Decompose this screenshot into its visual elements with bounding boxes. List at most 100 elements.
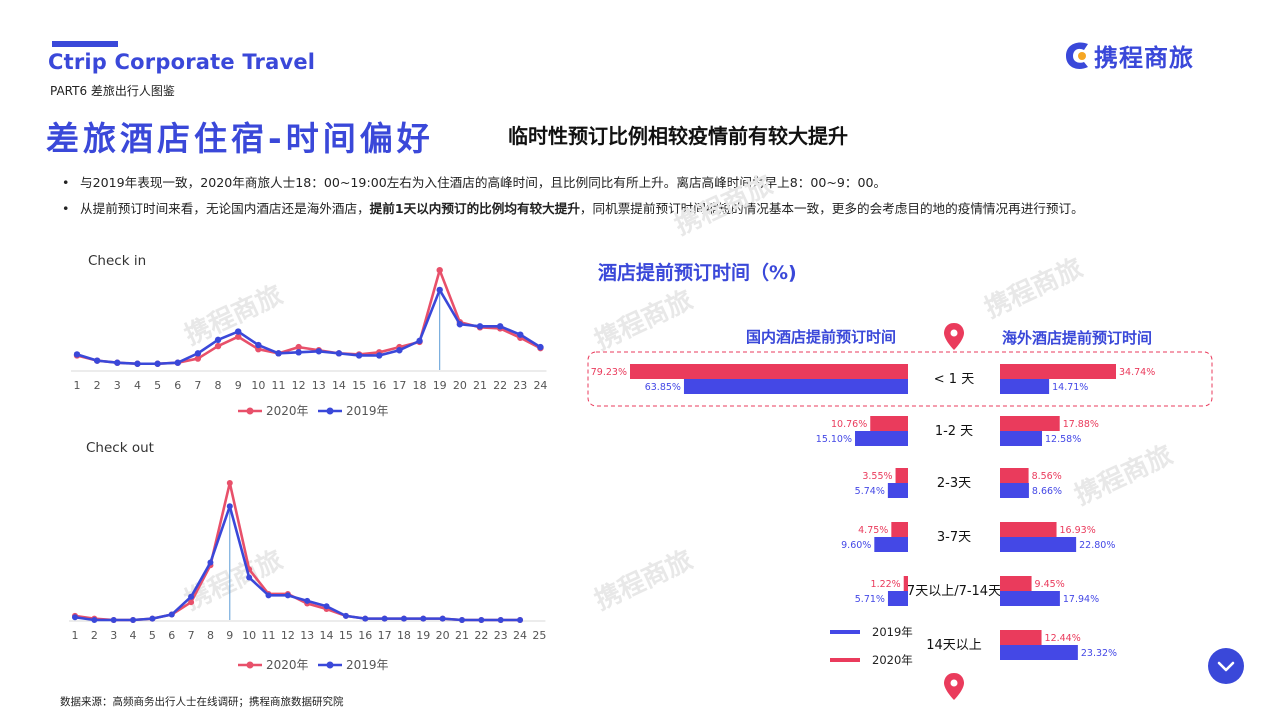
domestic-label-2020: 1.22%	[871, 579, 901, 590]
overseas-label-2020: 12.44%	[1045, 633, 1081, 644]
x-tick-label: 19	[416, 629, 430, 642]
x-tick-label: 9	[226, 629, 233, 642]
legend-label: 2020年	[266, 404, 309, 418]
x-tick-label: 16	[372, 379, 386, 392]
scroll-down-button[interactable]	[1208, 648, 1244, 684]
data-point	[420, 615, 427, 622]
x-tick-label: 3	[114, 379, 121, 392]
data-point	[110, 617, 117, 623]
map-pin-hole	[950, 679, 958, 687]
overseas-bar-2019	[1000, 483, 1029, 498]
x-tick-label: 21	[455, 629, 469, 642]
domestic-bar-2019	[683, 379, 908, 394]
x-tick-label: 13	[300, 629, 314, 642]
x-tick-label: 14	[332, 379, 346, 392]
overseas-label-2019: 12.58%	[1045, 434, 1081, 445]
overseas-bar-2019	[1000, 591, 1060, 606]
data-point	[478, 617, 485, 623]
data-point	[439, 615, 446, 622]
x-tick-label: 24	[533, 379, 547, 392]
x-tick-label: 17	[392, 379, 406, 392]
data-point	[255, 341, 262, 349]
domestic-label-2019: 5.74%	[855, 486, 885, 497]
data-point	[207, 559, 214, 566]
overseas-bar-2020	[1000, 576, 1032, 591]
data-point	[456, 321, 464, 328]
data-point	[436, 286, 443, 294]
legend-marker	[246, 407, 254, 415]
domestic-bar-2019	[887, 483, 908, 498]
line-chart-title: Check in	[88, 253, 146, 269]
x-tick-label: 15	[339, 629, 353, 642]
overseas-bar-2019	[1000, 431, 1043, 446]
data-point	[323, 603, 330, 610]
data-point	[335, 350, 343, 357]
overseas-bar-2019	[1000, 645, 1078, 660]
overseas-bar-2019	[1000, 537, 1077, 552]
x-tick-label: 9	[235, 379, 242, 392]
data-point	[72, 614, 78, 621]
domestic-bar-2019	[887, 591, 908, 606]
data-point	[130, 617, 137, 623]
chevron-down-icon	[1217, 661, 1235, 672]
line-charts: Check in1 2 3 4 5 6 7 8 9 10 11 12 13 14 15 16 17 18 19 20 2…	[69, 253, 547, 672]
bar-legend-swatch	[830, 630, 860, 634]
data-point	[265, 592, 272, 599]
overseas-bar-2020	[1000, 522, 1057, 537]
data-point	[355, 352, 363, 359]
domestic-label-2019: 15.10%	[816, 434, 852, 445]
x-tick-label: 23	[494, 629, 508, 642]
x-tick-label: 18	[397, 629, 411, 642]
overseas-label-2019: 14.71%	[1052, 382, 1088, 393]
x-tick-label: 8	[207, 629, 214, 642]
data-point	[517, 617, 524, 623]
data-point	[396, 347, 403, 354]
series-line-2020年	[74, 481, 521, 622]
category-label: 1-2 天	[935, 424, 973, 439]
category-label: < 1 天	[934, 372, 974, 387]
data-point	[381, 615, 388, 622]
overseas-label-2019: 22.80%	[1079, 540, 1115, 551]
overseas-bar-2019	[1000, 379, 1050, 394]
data-point	[496, 323, 504, 330]
overseas-label-2019: 23.32%	[1081, 648, 1117, 659]
x-tick-label: 3	[110, 629, 117, 642]
x-tick-label: 5	[149, 629, 156, 642]
x-tick-label: 10	[242, 629, 256, 642]
legend-marker	[326, 407, 334, 415]
x-tick-label: 15	[352, 379, 366, 392]
x-tick-label: 5	[154, 379, 161, 392]
x-tick-label: 4	[134, 379, 141, 392]
overseas-bar-2020	[1000, 468, 1029, 483]
domestic-bar-2019	[874, 537, 908, 552]
overseas-bar-2020	[1000, 364, 1116, 379]
x-tick-label: 22	[474, 629, 488, 642]
data-point	[436, 266, 443, 274]
legend-marker	[326, 661, 334, 669]
x-tick-label: 2	[94, 379, 101, 392]
x-tick-label: 12	[281, 629, 295, 642]
data-point	[342, 612, 349, 619]
series-line-2020年	[76, 268, 542, 366]
data-point	[497, 617, 504, 623]
x-tick-label: 20	[436, 629, 450, 642]
data-point	[304, 597, 311, 604]
overseas-label-2020: 16.93%	[1060, 525, 1096, 536]
x-tick-label: 13	[312, 379, 326, 392]
bar-chart: < 1 天 79.23% 63.85% 34.74% 14.71% 1-2 天 10.76%…	[587, 323, 1213, 700]
data-point	[275, 350, 282, 357]
map-pin-top	[944, 323, 964, 350]
domestic-bar-2020	[630, 364, 908, 379]
data-point	[154, 360, 161, 367]
data-point	[416, 337, 423, 345]
watermark-text: 携程商旅	[670, 169, 777, 241]
x-tick-label: 24	[513, 629, 527, 642]
data-point	[295, 349, 302, 356]
data-point	[73, 351, 81, 358]
domestic-bar-2020	[870, 416, 908, 431]
series-line-2019年	[74, 504, 521, 622]
x-tick-label: 22	[493, 379, 507, 392]
overseas-bar-2020	[1000, 416, 1060, 431]
x-tick-label: 25	[532, 629, 546, 642]
data-point	[114, 359, 121, 366]
